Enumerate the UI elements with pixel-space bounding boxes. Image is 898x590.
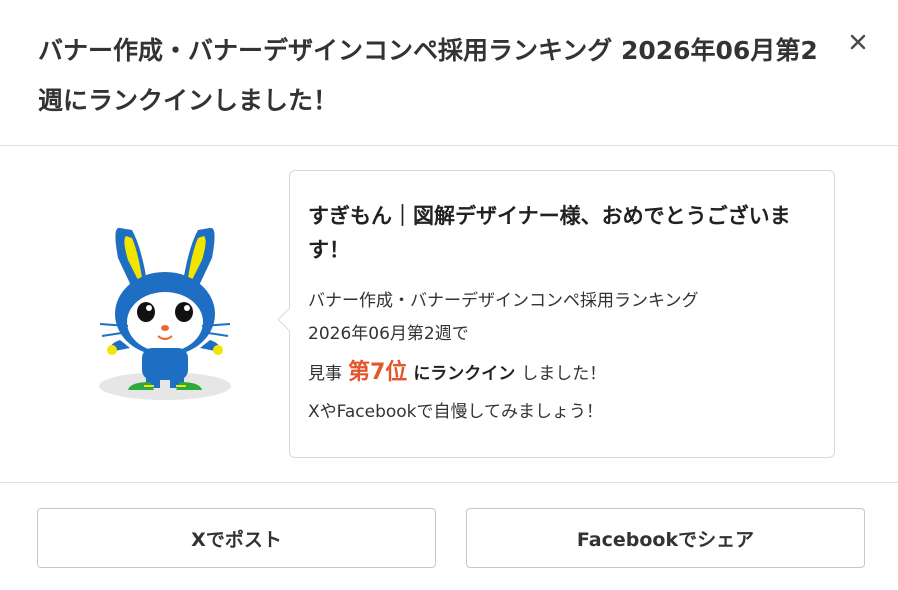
modal-body: すぎもん｜図解デザイナー様、おめでとうございます！ バナー作成・バナーデザインコ… [0,146,898,482]
message-rank-line: 見事 第7位 にランクイン しました！ [308,351,818,396]
rank-in-label: にランクイン [413,364,516,384]
message-line-1: バナー作成・バナーデザインコンペ採用ランキング [308,291,699,311]
share-facebook-button[interactable]: Facebookでシェア [466,508,865,568]
message-line-4: XやFacebookで自慢してみましょう！ [308,402,604,422]
close-button[interactable] [840,26,876,58]
ranking-message: バナー作成・バナーデザインコンペ採用ランキング 2026年06月第2週で 見事第… [308,285,818,429]
rabbit-mascot-icon [99,227,231,400]
rank-suffix: しました！ [521,364,607,384]
post-to-x-button[interactable]: Xでポスト [37,508,436,568]
modal-footer: Xでポスト Facebookでシェア [0,482,898,590]
close-icon [850,34,866,50]
speech-bubble-tail [277,307,302,332]
modal-title: バナー作成・バナーデザインコンペ採用ランキング 2026年06月第2週にランクイ… [38,36,818,115]
congrats-heading: すぎもん｜図解デザイナー様、おめでとうございます！ [308,204,791,262]
ranking-modal: バナー作成・バナーデザインコンペ採用ランキング 2026年06月第2週にランクイ… [0,0,898,590]
message-line-2: 2026年06月第2週で [308,324,469,344]
modal-header: バナー作成・バナーデザインコンペ採用ランキング 2026年06月第2週にランクイ… [0,0,898,146]
speech-bubble: すぎもん｜図解デザイナー様、おめでとうございます！ バナー作成・バナーデザインコ… [277,170,835,458]
rank-value: 第7位 [348,360,408,385]
rank-prefix: 見事 [308,364,342,384]
